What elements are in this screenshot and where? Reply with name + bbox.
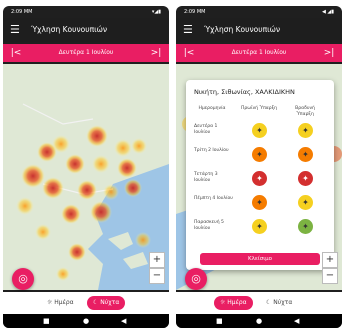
app-bar: ☰ Ύχληση Κουνουπιών xyxy=(176,18,342,42)
phone-screen-detail: 2:09 ΜΜ ◀ ◢▮ ☰ Ύχληση Κουνουπιών |< Δευτ… xyxy=(176,6,342,328)
zoom-in-button[interactable]: + xyxy=(322,252,338,268)
toggle-day[interactable]: ☼ Ημέρα xyxy=(41,296,80,310)
system-nav-bar: ■ ● ◀ xyxy=(3,314,169,328)
menu-icon[interactable]: ☰ xyxy=(10,24,20,36)
toggle-night[interactable]: ☾ Νύχτα xyxy=(87,296,126,310)
status-icons: ◀ ◢▮ xyxy=(321,9,334,15)
current-date: Δευτέρα 1 Ιουλίου xyxy=(231,49,287,56)
mosquito-level-icon: ✦ xyxy=(298,171,313,186)
mosquito-level-icon: ✦ xyxy=(298,123,313,138)
phone-screen-map: 2:09 ΜΜ ▾◢▮ ☰ Ύχληση Κουνουπιών |< Δευτέ… xyxy=(3,6,169,328)
close-dialog-button[interactable]: Κλείσιμο xyxy=(200,253,320,265)
mosquito-level-icon: ✦ xyxy=(252,195,267,210)
current-date: Δευτέρα 1 Ιουλίου xyxy=(58,49,114,56)
recent-apps-icon[interactable]: ■ xyxy=(43,317,50,325)
back-icon[interactable]: ◀ xyxy=(121,317,126,325)
forecast-row: Τρίτη 2 Ιουλίου ✦ ✦ xyxy=(186,144,334,166)
prev-day-icon[interactable]: |< xyxy=(9,47,23,59)
next-day-icon[interactable]: >| xyxy=(149,47,163,59)
home-icon[interactable]: ● xyxy=(83,317,89,325)
row-date: Τετάρτη 3 Ιουλίου xyxy=(194,172,218,183)
forecast-row: Πέμπτη 4 Ιουλίου ✦ ✦ xyxy=(186,192,334,214)
forecast-row: Παρασκευή 5 Ιουλίου ✦ ✦ xyxy=(186,216,334,238)
app-bar: ☰ Ύχληση Κουνουπιών xyxy=(3,18,169,42)
row-date: Τρίτη 2 Ιουλίου xyxy=(194,148,229,153)
locate-me-button[interactable]: ◎ xyxy=(12,268,34,290)
row-date: Δευτέρα 1 Ιουλίου xyxy=(194,124,218,135)
map-canvas xyxy=(3,64,169,290)
mosquito-level-icon: ✦ xyxy=(252,171,267,186)
mosquito-level-icon: ✦ xyxy=(298,147,313,162)
recent-apps-icon[interactable]: ■ xyxy=(216,317,223,325)
day-night-toggle: ☼ Ημέρα ☾ Νύχτα xyxy=(3,292,169,314)
toggle-day[interactable]: ☼ Ημέρα xyxy=(214,296,253,310)
prev-day-icon[interactable]: |< xyxy=(182,47,196,59)
header-morning: Πρωϊνή Ύπαρξη xyxy=(241,106,277,111)
locate-me-button[interactable]: ◎ xyxy=(185,268,207,290)
toggle-night[interactable]: ☾ Νύχτα xyxy=(260,296,298,310)
zoom-out-button[interactable]: − xyxy=(149,268,165,284)
location-forecast-dialog: Νικήτη, Σιθωνίας, ΧΑΛΚΙΔΙΚΗΝ Ημερομηνία … xyxy=(186,80,334,270)
header-date: Ημερομηνία xyxy=(198,106,226,111)
back-icon[interactable]: ◀ xyxy=(294,317,299,325)
header-evening: Βραδυνή Ύπαρξη xyxy=(295,106,315,117)
forecast-row: Τετάρτη 3 Ιουλίου ✦ ✦ xyxy=(186,168,334,190)
mosquito-level-icon: ✦ xyxy=(252,123,267,138)
app-title: Ύχληση Κουνουπιών xyxy=(204,25,281,34)
next-day-icon[interactable]: >| xyxy=(322,47,336,59)
status-bar: 2:09 ΜΜ ◀ ◢▮ xyxy=(176,6,342,18)
day-night-toggle: ☼ Ημέρα ☾ Νύχτα xyxy=(176,292,342,314)
mosquito-level-icon: ✦ xyxy=(298,195,313,210)
dialog-title: Νικήτη, Σιθωνίας, ΧΑΛΚΙΔΙΚΗΝ xyxy=(194,88,295,96)
status-bar: 2:09 ΜΜ ▾◢▮ xyxy=(3,6,169,18)
date-navigation: |< Δευτέρα 1 Ιουλίου >| xyxy=(176,44,342,62)
target-icon: ◎ xyxy=(191,272,201,285)
status-icons: ▾◢▮ xyxy=(151,9,161,15)
mosquito-level-icon: ✦ xyxy=(298,219,313,234)
app-title: Ύχληση Κουνουπιών xyxy=(31,25,108,34)
home-icon[interactable]: ● xyxy=(256,317,262,325)
menu-icon[interactable]: ☰ xyxy=(183,24,193,36)
status-time: 2:09 ΜΜ xyxy=(184,9,206,15)
target-icon: ◎ xyxy=(18,272,28,285)
zoom-in-button[interactable]: + xyxy=(149,252,165,268)
forecast-row: Δευτέρα 1 Ιουλίου ✦ ✦ xyxy=(186,120,334,142)
map-background: Νικήτη, Σιθωνίας, ΧΑΛΚΙΔΙΚΗΝ Ημερομηνία … xyxy=(176,64,342,290)
mosquito-heatmap[interactable]: + − xyxy=(3,64,169,290)
status-time: 2:09 ΜΜ xyxy=(11,9,33,15)
date-navigation: |< Δευτέρα 1 Ιουλίου >| xyxy=(3,44,169,62)
row-date: Παρασκευή 5 Ιουλίου xyxy=(194,220,224,231)
row-date: Πέμπτη 4 Ιουλίου xyxy=(194,196,233,201)
zoom-out-button[interactable]: − xyxy=(322,268,338,284)
mosquito-level-icon: ✦ xyxy=(252,147,267,162)
mosquito-level-icon: ✦ xyxy=(252,219,267,234)
system-nav-bar: ■ ● ◀ xyxy=(176,314,342,328)
